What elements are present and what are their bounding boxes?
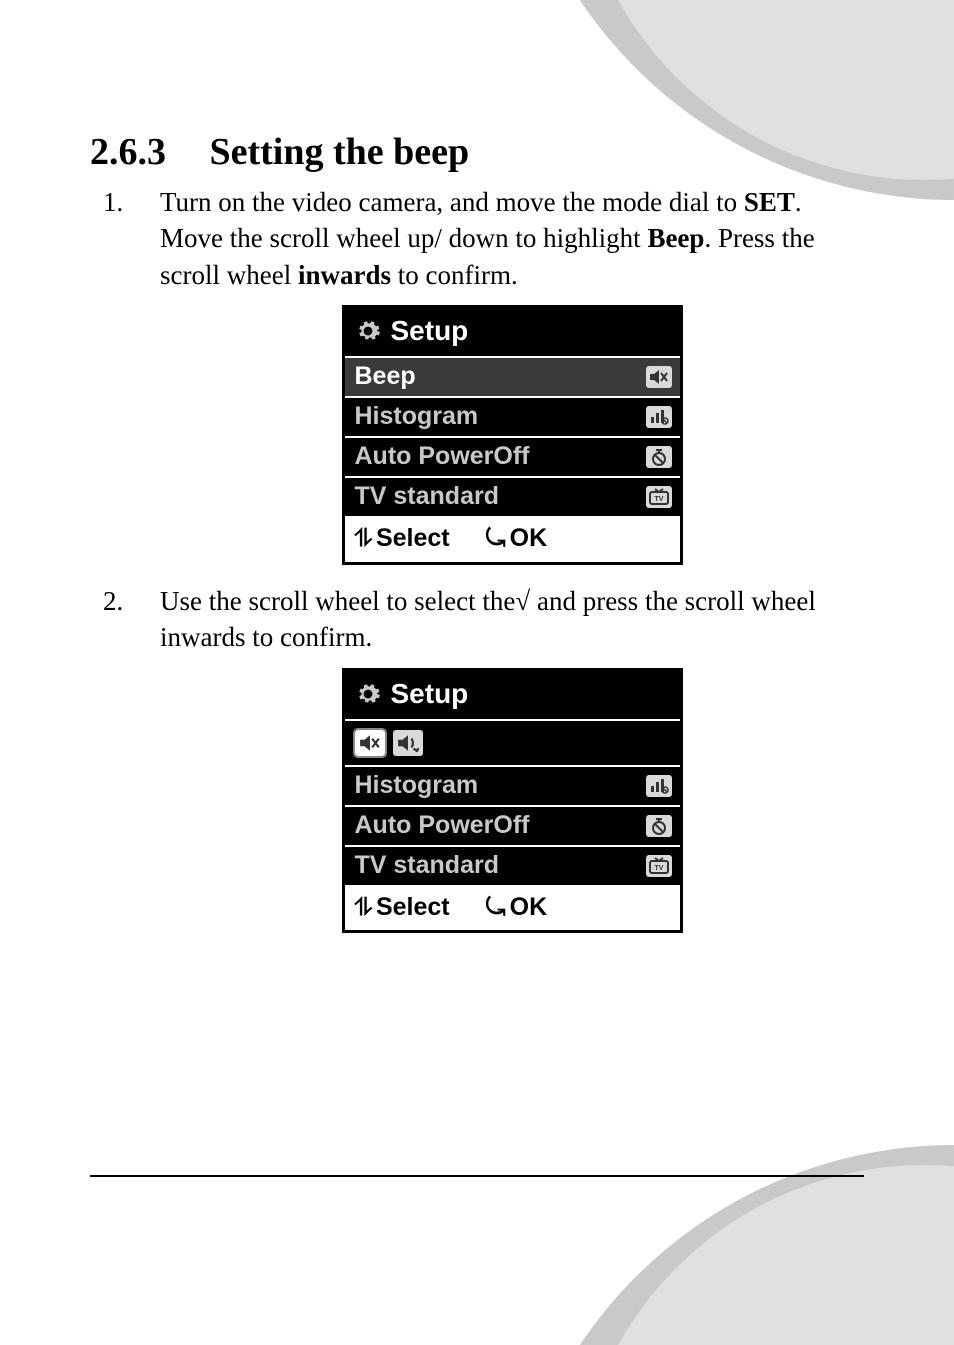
menu-footer: ⥮Select ⤿OK [345, 516, 680, 562]
setup-title-bar: Setup [345, 671, 680, 719]
setup-title-bar: Setup [345, 308, 680, 356]
menu-row-autopoweroff: Auto PowerOff [345, 805, 680, 845]
beep-on-option [393, 730, 423, 756]
menu-label: Histogram [355, 400, 479, 434]
menu-label: TV standard [355, 849, 499, 883]
step-bold: SET [744, 187, 795, 217]
menu-label: Auto PowerOff [355, 440, 530, 474]
menu-row-autopoweroff: Auto PowerOff [345, 436, 680, 476]
menu-row-histogram: Histogram [345, 396, 680, 436]
menu-row-beep: Beep [345, 356, 680, 396]
step-text: Use the scroll wheel to select the [160, 586, 515, 616]
power-timer-icon [646, 815, 672, 837]
ok-hint: ⤿OK [486, 522, 548, 556]
tv-icon: TV [646, 855, 672, 877]
scroll-wheel-icon: ⥮ [355, 525, 372, 552]
svg-text:TV: TV [654, 496, 663, 503]
tv-icon: TV [646, 486, 672, 508]
press-in-icon: ⤿ [486, 525, 506, 552]
select-hint: ⥮Select [355, 891, 450, 925]
menu-label: Beep [355, 360, 416, 394]
gear-icon [355, 681, 381, 707]
menu-label: Auto PowerOff [355, 809, 530, 843]
step-bold: Beep [647, 223, 704, 253]
menu-row-tvstandard: TV standard TV [345, 476, 680, 516]
svg-text:TV: TV [654, 865, 663, 872]
ok-hint: ⤿OK [486, 891, 548, 925]
setup-menu-screenshot-1: Setup Beep Histogram [342, 305, 683, 565]
power-timer-icon [646, 446, 672, 468]
section-title: Setting the beep [210, 131, 470, 173]
check-glyph: √ [515, 586, 530, 616]
histogram-icon [646, 775, 672, 797]
menu-label: TV standard [355, 480, 499, 514]
menu-footer: ⥮Select ⤿OK [345, 885, 680, 931]
step-2: Use the scroll wheel to select the√ and … [130, 583, 864, 933]
scroll-wheel-icon: ⥮ [355, 894, 372, 921]
histogram-icon [646, 406, 672, 428]
menu-row-histogram: Histogram [345, 765, 680, 805]
menu-row-tvstandard: TV standard TV [345, 845, 680, 885]
menu-label: Histogram [355, 769, 479, 803]
step-bold: inwards [298, 260, 391, 290]
section-number: 2.6.3 [90, 130, 200, 174]
setup-menu-screenshot-2: Setup Histogram [342, 668, 683, 934]
beep-off-option [355, 730, 385, 756]
gear-icon [355, 318, 381, 344]
select-hint: ⥮Select [355, 522, 450, 556]
step-1: Turn on the video camera, and move the m… [130, 184, 864, 565]
setup-title: Setup [391, 312, 469, 350]
section-heading: 2.6.3 Setting the beep [90, 130, 864, 174]
press-in-icon: ⤿ [486, 894, 506, 921]
speaker-mute-icon [646, 366, 672, 388]
step-text: to confirm. [391, 260, 518, 290]
page-footer-rule [90, 1175, 864, 1177]
beep-option-row [345, 719, 680, 765]
setup-title: Setup [391, 675, 469, 713]
step-text: Turn on the video camera, and move the m… [160, 187, 744, 217]
